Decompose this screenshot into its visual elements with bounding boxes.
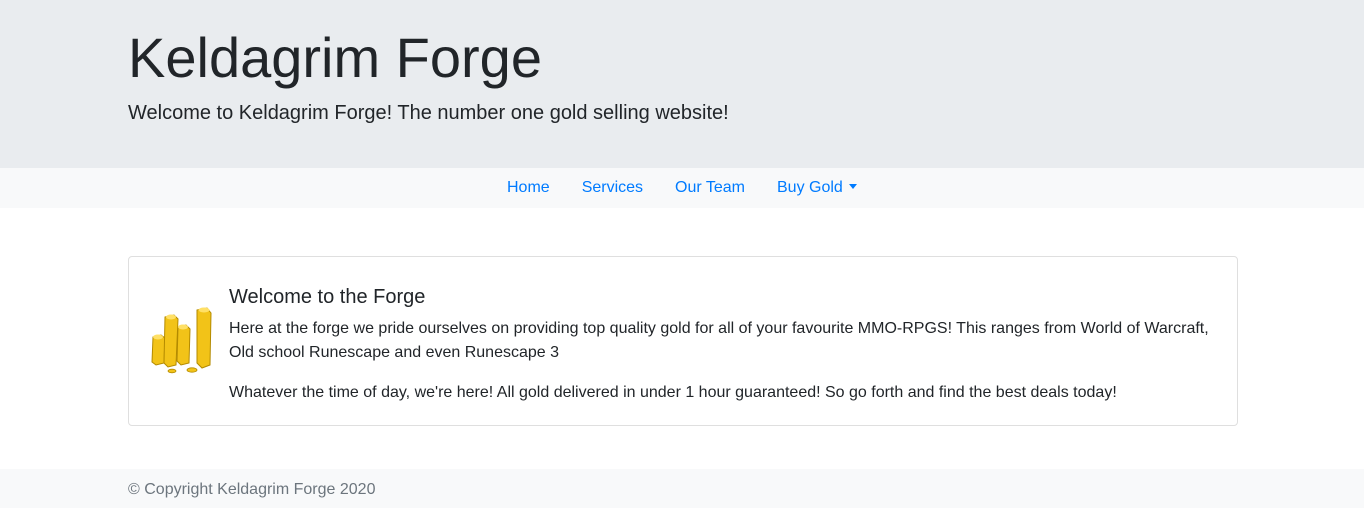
nav-item-services: Services <box>566 168 659 208</box>
nav-item-buy-gold: Buy Gold <box>761 168 873 208</box>
page-footer: © Copyright Keldagrim Forge 2020 <box>0 469 1364 508</box>
gold-coins-stack-icon <box>151 307 212 374</box>
copyright-text: © Copyright Keldagrim Forge 2020 <box>128 481 376 498</box>
jumbotron-header: Keldagrim Forge Welcome to Keldagrim For… <box>0 0 1364 168</box>
main-navbar: Home Services Our Team Buy Gold <box>0 168 1364 208</box>
nav-link-services[interactable]: Services <box>566 168 659 208</box>
nav-link-our-team[interactable]: Our Team <box>659 168 761 208</box>
card-title: Welcome to the Forge <box>229 286 426 308</box>
nav-item-our-team: Our Team <box>659 168 761 208</box>
welcome-card: Welcome to the Forge Here at the forge w… <box>128 256 1238 426</box>
site-tagline: Welcome to Keldagrim Forge! The number o… <box>128 102 729 124</box>
card-paragraph-intro: Here at the forge we pride ourselves on … <box>229 320 1209 361</box>
site-title: Keldagrim Forge <box>128 26 542 89</box>
card-paragraph-delivery: Whatever the time of day, we're here! Al… <box>229 384 1117 401</box>
caret-down-icon <box>848 184 857 189</box>
nav-link-home[interactable]: Home <box>491 168 566 208</box>
nav-item-home: Home <box>491 168 566 208</box>
buy-gold-label: Buy Gold <box>777 179 843 196</box>
nav-list: Home Services Our Team Buy Gold <box>491 168 873 208</box>
buy-gold-dropdown-toggle[interactable]: Buy Gold <box>761 168 873 208</box>
